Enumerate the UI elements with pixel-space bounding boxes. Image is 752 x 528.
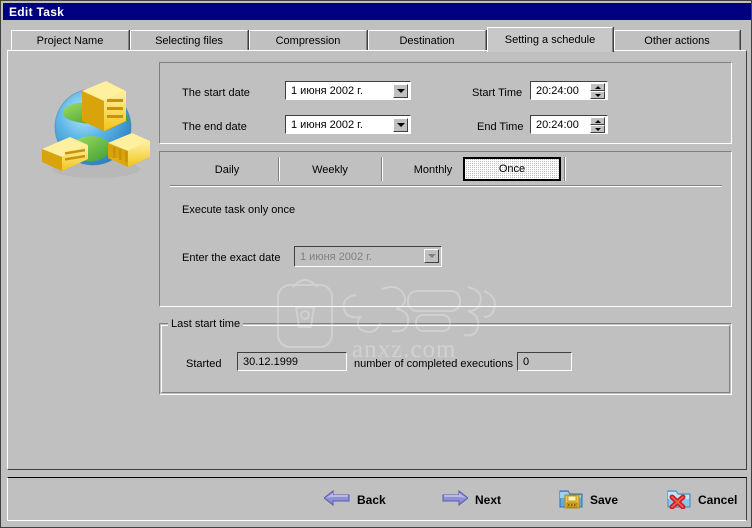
exact-date-value: 1 июня 2002 г. [300,250,372,263]
tab-setting-a-schedule[interactable]: Setting a schedule [487,27,613,52]
tab-label: Project Name [36,35,104,47]
back-button-label: Back [357,493,386,507]
chevron-down-icon[interactable] [393,118,408,132]
exact-date-label: Enter the exact date [182,252,281,264]
started-label: Started [186,358,222,370]
exact-date-combo[interactable]: 1 июня 2002 г. [294,246,442,267]
schedule-mode-panel: Daily Weekly Monthly Once Execute task o… [159,151,732,307]
spinner-down-icon[interactable] [590,125,605,133]
tab-label: Other actions [644,35,710,47]
wizard-button-bar: Back Next Save Cancel [7,477,747,521]
end-date-label: The end date [182,121,247,133]
subtab-daily[interactable]: Daily [178,159,276,180]
arrow-right-icon [442,489,469,511]
cancel-button-label: Cancel [698,493,738,507]
spinner-up-icon[interactable] [590,117,605,125]
subtab-label: Monthly [413,163,453,176]
window-titlebar: Edit Task [3,3,751,20]
schedule-description: Execute task only once [182,204,296,216]
start-time-value: 20:24:00 [536,84,579,97]
subtab-separator [564,157,566,181]
date-time-panel: The start date 1 июня 2002 г. The end da… [159,62,732,144]
folder-floppy-save-icon [559,487,583,514]
save-button-label: Save [590,493,619,507]
end-time-input[interactable]: 20:24:00 [530,115,608,134]
tab-label: Selecting files [155,35,223,47]
tab-label: Compression [275,35,341,47]
globe-with-servers-icon [34,69,152,187]
started-value: 30.12.1999 [243,355,299,368]
end-time-label: End Time [477,121,524,133]
subtab-label: Once [498,163,526,175]
subtab-label: Daily [214,163,240,176]
subtab-once[interactable]: Once [463,157,561,181]
executions-label: number of completed executions [354,358,513,370]
end-date-value: 1 июня 2002 г. [291,118,363,131]
start-time-label: Start Time [472,87,523,99]
tab-project-name[interactable]: Project Name [11,30,129,51]
wizard-tabstrip: Project Name Selecting files Compression… [11,27,747,52]
tab-selecting-files[interactable]: Selecting files [130,30,248,51]
spinner-up-icon[interactable] [590,83,605,91]
back-button[interactable]: Back [323,487,386,513]
subtab-divider [170,185,722,187]
last-start-time-group: Last start time Started 30.12.1999 numbe… [159,318,732,395]
tab-label: Setting a schedule [504,34,596,46]
cancel-button[interactable]: Cancel [667,487,737,513]
tab-content-panel: The start date 1 июня 2002 г. The end da… [7,50,747,470]
executions-value: 0 [523,355,530,368]
last-start-time-title: Last start time [168,318,244,330]
start-time-spinner[interactable] [590,83,605,99]
tab-destination[interactable]: Destination [368,30,486,51]
subtab-separator [381,157,383,181]
edit-task-window: Edit Task Project Name Selecting files C… [0,0,752,528]
end-date-combo[interactable]: 1 июня 2002 г. [285,115,411,134]
executions-value-field[interactable]: 0 [517,352,572,371]
subtab-separator [278,157,280,181]
chevron-down-icon[interactable] [393,84,408,98]
tab-label: Destination [399,35,455,47]
start-date-label: The start date [182,87,250,99]
tab-compression[interactable]: Compression [249,30,367,51]
arrow-left-icon [323,489,350,511]
folder-red-x-cancel-icon [667,487,691,514]
start-date-combo[interactable]: 1 июня 2002 г. [285,81,411,100]
spinner-down-icon[interactable] [590,91,605,99]
next-button-label: Next [475,493,502,507]
start-date-value: 1 июня 2002 г. [291,84,363,97]
chevron-down-icon[interactable] [424,249,439,263]
tab-other-actions[interactable]: Other actions [614,30,740,51]
started-value-field[interactable]: 30.12.1999 [237,352,347,371]
subtab-weekly[interactable]: Weekly [281,159,379,180]
save-button[interactable]: Save [559,487,618,513]
end-time-value: 20:24:00 [536,118,579,131]
start-time-input[interactable]: 20:24:00 [530,81,608,100]
subtab-label: Weekly [312,163,348,176]
next-button[interactable]: Next [442,487,501,513]
end-time-spinner[interactable] [590,117,605,133]
window-title: Edit Task [9,4,65,19]
